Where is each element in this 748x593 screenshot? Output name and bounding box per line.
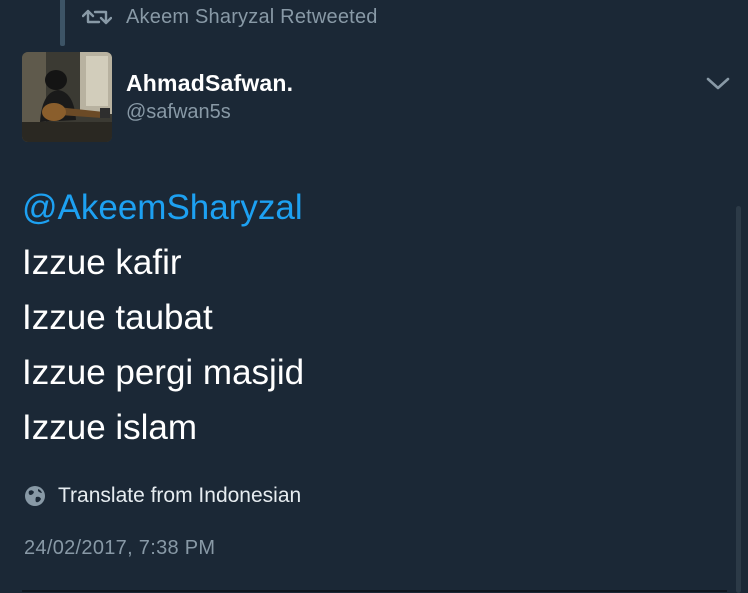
author-handle[interactable]: @safwan5s: [126, 101, 231, 124]
chevron-down-icon[interactable]: [704, 72, 732, 94]
retweet-context[interactable]: Akeem Sharyzal Retweeted: [82, 4, 378, 30]
retweet-icon: [82, 9, 112, 25]
globe-icon: [25, 486, 45, 506]
tweet-detail-screen: Akeem Sharyzal Retweeted AhmadSafwan. @s…: [0, 0, 748, 593]
author-display-name[interactable]: AhmadSafwan.: [126, 70, 293, 97]
tweet-line: Izzue kafir: [22, 243, 182, 282]
retweeted-by-label: Akeem Sharyzal Retweeted: [126, 5, 378, 28]
tweet-line: Izzue islam: [22, 408, 198, 447]
thread-connector-line: [60, 0, 65, 46]
translate-label: Translate from Indonesian: [58, 484, 302, 507]
tweet-line: Izzue taubat: [22, 298, 213, 337]
avatar-photo: [22, 52, 112, 142]
avatar[interactable]: [22, 52, 112, 142]
tweet-text: @AkeemSharyzal Izzue kafir Izzue taubat …: [22, 180, 712, 455]
scrollbar[interactable]: [736, 206, 741, 593]
tweet-line: Izzue pergi masjid: [22, 353, 305, 392]
translate-button[interactable]: Translate from Indonesian: [24, 484, 301, 508]
divider: [22, 590, 727, 592]
tweet-timestamp: 24/02/2017, 7:38 PM: [24, 537, 216, 559]
mention-link[interactable]: @AkeemSharyzal: [22, 180, 712, 235]
